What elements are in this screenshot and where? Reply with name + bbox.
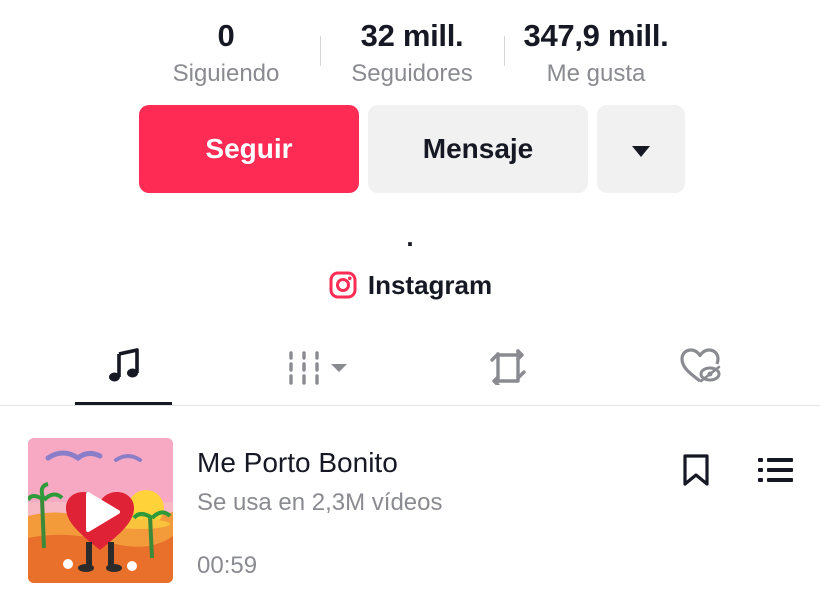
sound-list-item[interactable]: Me Porto Bonito Se usa en 2,3M vídeos 00…: [28, 438, 808, 583]
sound-title[interactable]: Me Porto Bonito: [197, 446, 398, 480]
stat-following[interactable]: 0 Siguiendo: [136, 16, 316, 90]
stat-likes: 347,9 mill. Me gusta: [506, 16, 686, 90]
tab-liked[interactable]: [640, 330, 760, 406]
more-options-button[interactable]: [597, 105, 685, 193]
instagram-link-label: Instagram: [367, 270, 493, 300]
caret-down-icon: [632, 133, 650, 165]
list-icon: [758, 456, 794, 489]
following-count: 0: [217, 18, 235, 53]
add-to-list-button[interactable]: [754, 452, 798, 492]
tab-music[interactable]: [64, 330, 184, 406]
followers-count: 32 mill.: [360, 18, 464, 53]
bookmark-icon: [682, 453, 710, 492]
repost-icon: [488, 347, 528, 390]
bookmark-button[interactable]: [676, 452, 716, 492]
likes-count: 347,9 mill.: [523, 18, 669, 53]
tab-reposts[interactable]: [448, 330, 568, 406]
instagram-link[interactable]: Instagram: [0, 266, 820, 304]
instagram-icon: [328, 270, 358, 300]
following-label: Siguiendo: [172, 60, 280, 87]
music-note-icon: [106, 347, 142, 389]
follow-button[interactable]: Seguir: [139, 105, 359, 193]
sound-duration: 00:59: [197, 552, 258, 579]
sound-usage-count: Se usa en 2,3M vídeos: [197, 489, 443, 516]
message-button[interactable]: Mensaje: [368, 105, 588, 193]
stats-divider: [320, 36, 321, 66]
followers-label: Seguidores: [351, 60, 473, 87]
profile-stats: 0 Siguiendo 32 mill. Seguidores 347,9 mi…: [0, 0, 820, 100]
profile-bio: .: [406, 222, 414, 252]
stat-followers[interactable]: 32 mill. Seguidores: [322, 16, 502, 90]
profile-tabs: [0, 330, 820, 406]
active-tab-indicator: [75, 402, 172, 405]
liked-hidden-icon: [679, 347, 721, 390]
sound-cover[interactable]: [28, 438, 173, 583]
likes-label: Me gusta: [546, 60, 646, 87]
tab-videos[interactable]: [258, 330, 378, 406]
videos-grid-icon: [287, 350, 349, 386]
stats-divider: [504, 36, 505, 66]
